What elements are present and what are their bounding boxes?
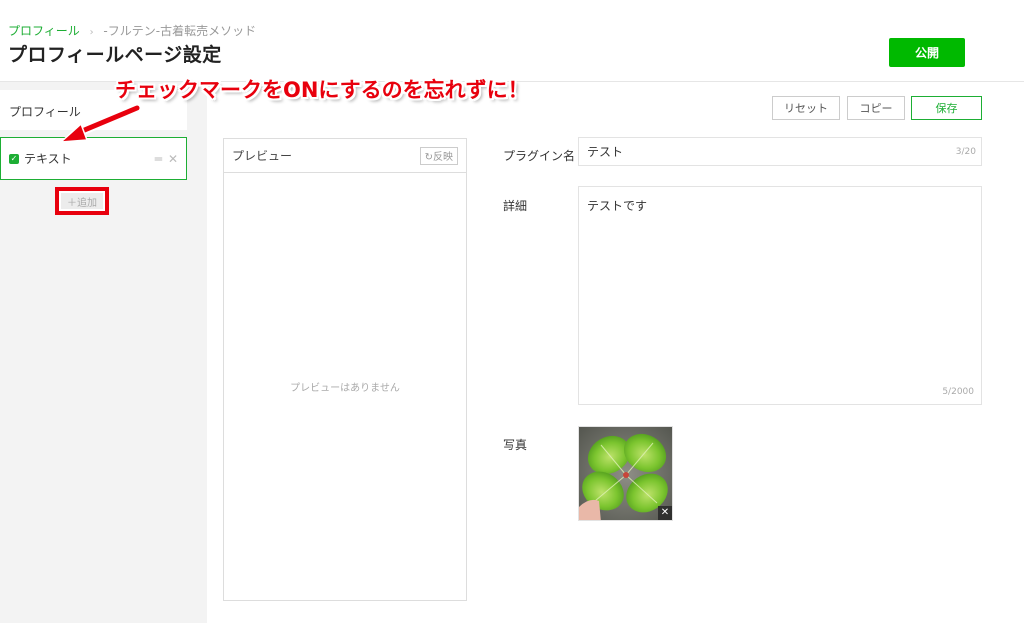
drag-handle-icon[interactable]: ═ bbox=[155, 152, 162, 166]
reset-button[interactable]: リセット bbox=[772, 96, 840, 120]
preview-panel: プレビュー ↻反映 プレビューはありません bbox=[223, 138, 467, 601]
reflect-button[interactable]: ↻反映 bbox=[419, 146, 458, 165]
add-button-highlight: ＋追加 bbox=[55, 187, 109, 215]
sidebar-item-label: テキスト bbox=[24, 152, 72, 166]
sidebar: プロフィール ✓ テキスト ═ ✕ ＋追加 bbox=[0, 82, 207, 623]
breadcrumb-profile-link[interactable]: プロフィール bbox=[8, 24, 80, 38]
plugin-name-label: プラグイン名 bbox=[503, 149, 576, 163]
preview-empty-text: プレビューはありません bbox=[290, 383, 400, 394]
preview-header: プレビュー ↻反映 bbox=[224, 139, 466, 173]
add-button[interactable]: ＋追加 bbox=[61, 193, 103, 209]
detail-label: 詳細 bbox=[503, 199, 528, 213]
annotation-arrow-icon bbox=[58, 104, 141, 143]
enable-checkbox[interactable]: ✓ bbox=[9, 153, 19, 164]
page-header: プロフィール › -フルテン-古着転売メソッド プロフィールページ設定 公開 bbox=[0, 0, 1024, 82]
breadcrumb-current: -フルテン-古着転売メソッド bbox=[103, 24, 257, 38]
plugin-name-input[interactable] bbox=[578, 137, 982, 166]
preview-title: プレビュー bbox=[232, 149, 293, 163]
breadcrumb-separator: › bbox=[89, 27, 94, 38]
detail-textarea[interactable]: テストです bbox=[578, 186, 982, 405]
photo-label: 写真 bbox=[503, 438, 528, 452]
publish-button[interactable]: 公開 bbox=[889, 38, 965, 67]
breadcrumb: プロフィール › -フルテン-古着転売メソッド bbox=[8, 22, 256, 39]
photo-thumbnail[interactable]: ✕ bbox=[578, 426, 673, 521]
page-title: プロフィールページ設定 bbox=[8, 44, 222, 66]
annotation-text: チェックマークをONにするのを忘れずに！ bbox=[115, 78, 529, 102]
copy-button[interactable]: コピー bbox=[847, 96, 905, 120]
plugin-name-count: 3/20 bbox=[955, 147, 976, 157]
detail-text: テストです bbox=[587, 199, 648, 213]
photo-remove-icon[interactable]: ✕ bbox=[658, 506, 672, 520]
detail-count: 5/2000 bbox=[942, 387, 974, 397]
close-icon[interactable]: ✕ bbox=[168, 152, 178, 166]
save-button[interactable]: 保存 bbox=[911, 96, 982, 120]
